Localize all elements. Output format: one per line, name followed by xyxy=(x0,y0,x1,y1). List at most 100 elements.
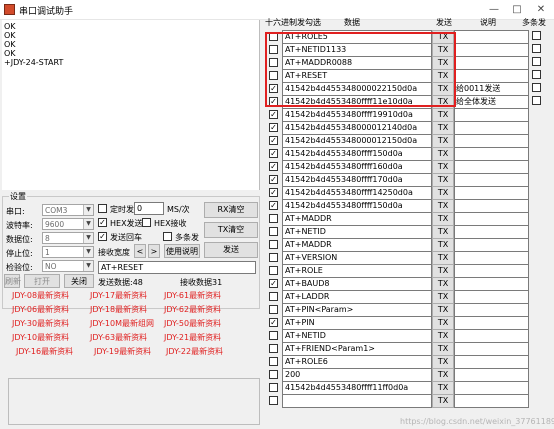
desc-input[interactable] xyxy=(454,381,529,395)
desc-input[interactable] xyxy=(454,30,529,44)
close-button[interactable]: ✕ xyxy=(531,2,551,17)
desc-input[interactable] xyxy=(454,108,529,122)
desc-input[interactable] xyxy=(454,394,529,408)
link-jdy[interactable]: JDY-62最新资料 xyxy=(164,304,221,315)
command-input[interactable]: 41542b4d4553480ffff150d0a xyxy=(282,147,432,161)
link-jdy[interactable]: JDY-16最新资料 xyxy=(16,346,73,357)
command-input[interactable]: AT+BAUD8 xyxy=(282,277,432,291)
baud-select[interactable]: 9600 ▼ xyxy=(42,218,94,230)
multi-checkbox[interactable] xyxy=(532,57,541,66)
command-input[interactable]: 41542b4d4553480ffff170d0a xyxy=(282,173,432,187)
command-input[interactable]: AT+ROLE xyxy=(282,264,432,278)
tx-button[interactable]: TX xyxy=(432,368,454,382)
desc-input[interactable] xyxy=(454,316,529,330)
hex-checkbox[interactable] xyxy=(269,149,278,158)
hex-checkbox[interactable] xyxy=(269,318,278,327)
link-jdy[interactable]: JDY-10M最新组网 xyxy=(90,318,154,329)
desc-input[interactable]: 给0011发送 xyxy=(454,82,529,96)
desc-input[interactable] xyxy=(454,368,529,382)
desc-input[interactable] xyxy=(454,212,529,226)
desc-input[interactable] xyxy=(454,186,529,200)
help-button[interactable]: 使用说明 xyxy=(164,244,200,258)
command-input[interactable]: AT+NETID xyxy=(282,329,432,343)
hex-checkbox[interactable] xyxy=(269,279,278,288)
hex-checkbox[interactable] xyxy=(269,370,278,379)
tx-button[interactable]: TX xyxy=(432,225,454,239)
stopbits-select[interactable]: 1 ▼ xyxy=(42,246,94,258)
tx-button[interactable]: TX xyxy=(432,381,454,395)
tx-button[interactable]: TX xyxy=(432,355,454,369)
desc-input[interactable] xyxy=(454,277,529,291)
link-jdy[interactable]: JDY-10最新资料 xyxy=(12,332,69,343)
command-input[interactable]: AT+FRIEND<Param1> xyxy=(282,342,432,356)
prev-width-button[interactable]: < xyxy=(134,244,146,258)
hex-recv-checkbox[interactable] xyxy=(142,218,151,227)
tx-button[interactable]: TX xyxy=(432,329,454,343)
close-port-button[interactable]: 关闭 xyxy=(64,274,94,288)
command-input[interactable] xyxy=(282,394,432,408)
tx-button[interactable]: TX xyxy=(432,108,454,122)
hex-checkbox[interactable] xyxy=(269,331,278,340)
parity-select[interactable]: NO ▼ xyxy=(42,260,94,272)
command-input[interactable]: 41542b4d4553480ffff14250d0a xyxy=(282,186,432,200)
hex-checkbox[interactable] xyxy=(269,188,278,197)
refresh-button[interactable]: 刷新 xyxy=(4,274,21,288)
minimize-button[interactable]: — xyxy=(484,2,504,17)
command-input[interactable]: 41542b4d4553480ffff11ff0d0a xyxy=(282,381,432,395)
hex-checkbox[interactable] xyxy=(269,162,278,171)
receive-textarea[interactable]: OK OK OK OK +JDY-24-START xyxy=(2,20,260,190)
rx-clear-button[interactable]: RX清空 xyxy=(204,202,258,218)
timed-interval-input[interactable]: 0 xyxy=(134,202,164,215)
tx-button[interactable]: TX xyxy=(432,160,454,174)
multi-checkbox[interactable] xyxy=(532,44,541,53)
multi-checkbox[interactable] xyxy=(532,96,541,105)
hex-checkbox[interactable] xyxy=(269,344,278,353)
tx-button[interactable]: TX xyxy=(432,290,454,304)
link-jdy[interactable]: JDY-19最新资料 xyxy=(94,346,151,357)
hex-checkbox[interactable] xyxy=(269,214,278,223)
command-input[interactable]: AT+VERSION xyxy=(282,251,432,265)
open-button[interactable]: 打开 xyxy=(24,274,60,288)
command-input[interactable]: 41542b4d455348000012150d0a xyxy=(282,134,432,148)
tx-button[interactable]: TX xyxy=(432,251,454,265)
desc-input[interactable] xyxy=(454,303,529,317)
tx-clear-button[interactable]: TX清空 xyxy=(204,222,258,238)
timed-send-checkbox[interactable] xyxy=(98,204,107,213)
link-jdy[interactable]: JDY-18最新资料 xyxy=(90,304,147,315)
tx-button[interactable]: TX xyxy=(432,199,454,213)
desc-input[interactable] xyxy=(454,173,529,187)
desc-input[interactable] xyxy=(454,134,529,148)
send-input[interactable]: AT+RESET xyxy=(98,261,256,274)
desc-input[interactable] xyxy=(454,355,529,369)
link-jdy[interactable]: JDY-08最新资料 xyxy=(12,290,69,301)
desc-input[interactable] xyxy=(454,329,529,343)
hex-send-checkbox[interactable] xyxy=(98,218,107,227)
link-jdy[interactable]: JDY-17最新资料 xyxy=(90,290,147,301)
tx-button[interactable]: TX xyxy=(432,147,454,161)
desc-input[interactable] xyxy=(454,69,529,83)
desc-input[interactable] xyxy=(454,199,529,213)
multi-checkbox[interactable] xyxy=(532,31,541,40)
hex-checkbox[interactable] xyxy=(269,110,278,119)
command-input[interactable]: AT+LADDR xyxy=(282,290,432,304)
desc-input[interactable] xyxy=(454,238,529,252)
command-input[interactable]: 41542b4d4553480ffff150d0a xyxy=(282,199,432,213)
command-input[interactable]: AT+NETID xyxy=(282,225,432,239)
tx-button[interactable]: TX xyxy=(432,342,454,356)
desc-input[interactable] xyxy=(454,342,529,356)
hex-checkbox[interactable] xyxy=(269,292,278,301)
tx-button[interactable]: TX xyxy=(432,264,454,278)
tx-button[interactable]: TX xyxy=(432,173,454,187)
desc-input[interactable] xyxy=(454,290,529,304)
hex-checkbox[interactable] xyxy=(269,136,278,145)
hex-checkbox[interactable] xyxy=(269,123,278,132)
link-jdy[interactable]: JDY-63最新资料 xyxy=(90,332,147,343)
send-button[interactable]: 发送 xyxy=(204,242,258,258)
tx-button[interactable]: TX xyxy=(432,316,454,330)
tx-button[interactable]: TX xyxy=(432,394,454,408)
tx-button[interactable]: TX xyxy=(432,277,454,291)
tx-button[interactable]: TX xyxy=(432,186,454,200)
hex-checkbox[interactable] xyxy=(269,396,278,405)
hex-checkbox[interactable] xyxy=(269,253,278,262)
hex-checkbox[interactable] xyxy=(269,357,278,366)
